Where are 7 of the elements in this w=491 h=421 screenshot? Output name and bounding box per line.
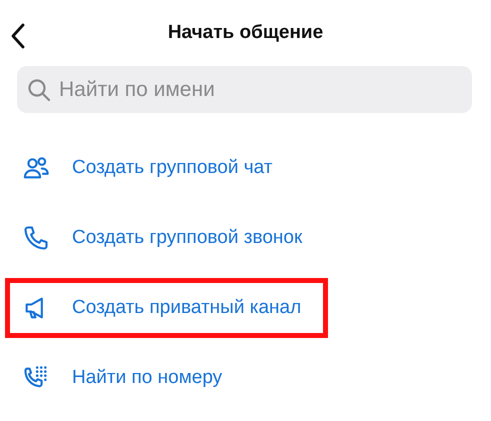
screen-title: Начать общение xyxy=(168,22,324,44)
menu-item[interactable]: Создать групповой звонок xyxy=(5,208,330,268)
menu-item[interactable]: Найти по номеру xyxy=(5,348,250,408)
search-field[interactable]: Найти по имени xyxy=(17,66,472,113)
menu-item[interactable]: Создать приватный канал xyxy=(5,278,328,338)
menu-item[interactable]: Создать групповой чат xyxy=(5,138,300,198)
phone-icon xyxy=(22,224,50,252)
